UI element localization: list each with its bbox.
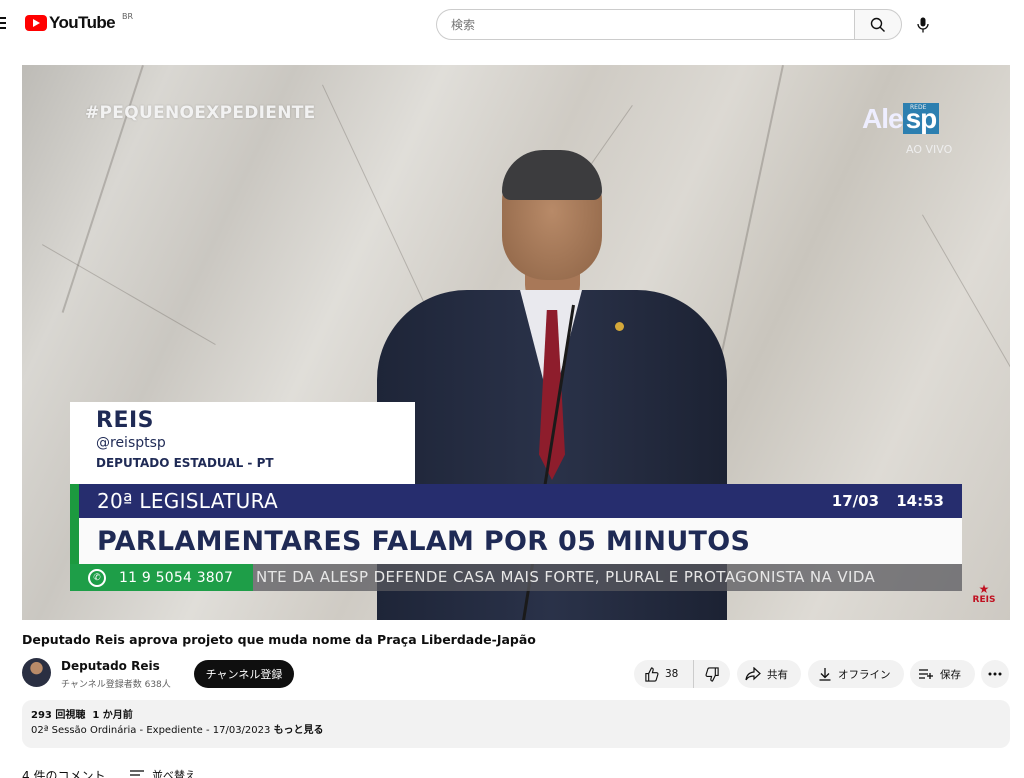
watermark-rede: REDE <box>910 104 927 111</box>
alesp-watermark: REDE Ale sp AO VIVO <box>862 103 952 156</box>
logo-country-code: BR <box>122 12 134 21</box>
session-title: PARLAMENTARES FALAM POR 05 MINUTOS <box>97 525 751 557</box>
video-player[interactable]: #PEQUENOEXPEDIENTE REDE Ale sp AO VIVO RE… <box>22 65 1010 620</box>
sort-icon <box>130 770 144 776</box>
speaker-handle: @reisptsp <box>96 435 166 451</box>
search-box <box>436 9 902 40</box>
legislatura-text: 20ª LEGISLATURA <box>97 489 278 513</box>
channel-name[interactable]: Deputado Reis <box>61 659 160 673</box>
speaker-name: REIS <box>96 408 154 433</box>
share-button[interactable]: 共有 <box>737 660 801 688</box>
live-label: AO VIVO <box>906 143 953 156</box>
session-title-bar: PARLAMENTARES FALAM POR 05 MINUTOS <box>70 518 962 564</box>
search-input[interactable] <box>436 9 854 40</box>
microphone-icon <box>917 17 929 33</box>
subscribe-button[interactable]: チャンネル登録 <box>194 660 294 688</box>
share-icon <box>745 667 761 681</box>
hamburger-menu-icon[interactable] <box>0 17 6 29</box>
share-label: 共有 <box>767 668 788 681</box>
whatsapp-box: ✆ 11 9 5054 3807 <box>70 564 253 591</box>
speaker-role: DEPUTADO ESTADUAL - PT <box>96 456 274 470</box>
legislatura-bar: 20ª LEGISLATURA 17/03 14:53 <box>70 484 962 518</box>
sort-comments-button[interactable]: 並べ替え <box>130 767 196 778</box>
comment-count: 4 件のコメント <box>22 769 106 778</box>
speaker-name-card: REIS @reisptsp DEPUTADO ESTADUAL - PT <box>70 402 415 484</box>
search-icon <box>870 17 885 32</box>
save-button[interactable]: 保存 <box>910 660 975 688</box>
like-count: 38 <box>665 668 679 680</box>
channel-avatar[interactable] <box>22 658 51 687</box>
masthead: YouTube BR <box>0 0 1024 48</box>
star-icon: ★ <box>978 582 990 596</box>
sort-label: 並べ替え <box>152 769 196 778</box>
description-box[interactable]: 293 回視聴 1 か月前 02ª Sessão Ordinária - Exp… <box>22 700 1010 748</box>
hashtag-overlay: #PEQUENOEXPEDIENTE <box>85 103 316 123</box>
download-icon <box>819 668 831 681</box>
youtube-logo[interactable]: YouTube BR <box>25 12 133 33</box>
watermark-name: Ale <box>862 103 904 134</box>
logo-text: YouTube <box>49 13 116 32</box>
whatsapp-number: 11 9 5054 3807 <box>119 569 234 586</box>
voice-search-button[interactable] <box>914 14 932 36</box>
whatsapp-icon: ✆ <box>88 568 106 587</box>
date-time: 17/03 14:53 <box>832 492 944 510</box>
reis-corner-logo: ★ REIS <box>968 583 1000 607</box>
playlist-add-icon <box>919 669 933 679</box>
subscriber-count: チャンネル登録者数 638人 <box>61 680 171 690</box>
news-ticker: NTE DA ALESP DEFENDE CASA MAIS FORTE, PL… <box>70 564 962 591</box>
show-more-link[interactable]: もっと見る <box>274 725 324 736</box>
offline-label: オフライン <box>838 668 891 681</box>
more-horizontal-icon <box>988 672 1002 676</box>
ticker-text: NTE DA ALESP DEFENDE CASA MAIS FORTE, PL… <box>256 568 876 586</box>
description-text: 02ª Sessão Ordinária - Expediente - 17/0… <box>31 725 324 736</box>
upload-age: 1 か月前 <box>92 710 133 721</box>
dislike-button[interactable] <box>694 660 730 688</box>
search-button[interactable] <box>854 9 902 40</box>
overlay-date: 17/03 <box>831 492 880 510</box>
video-title: Deputado Reis aprova projeto que muda no… <box>22 632 536 647</box>
offline-download-button[interactable]: オフライン <box>808 660 904 688</box>
more-actions-button[interactable] <box>981 660 1009 688</box>
thumbs-up-icon <box>645 666 659 682</box>
save-label: 保存 <box>940 668 961 681</box>
overlay-time: 14:53 <box>896 492 944 510</box>
view-count: 293 回視聴 <box>31 710 86 721</box>
view-stats: 293 回視聴 1 か月前 <box>31 709 1010 723</box>
like-dislike-group: 38 <box>634 660 730 688</box>
like-button[interactable]: 38 <box>634 660 694 688</box>
thumbs-down-icon <box>704 666 719 682</box>
youtube-play-icon <box>25 15 47 31</box>
